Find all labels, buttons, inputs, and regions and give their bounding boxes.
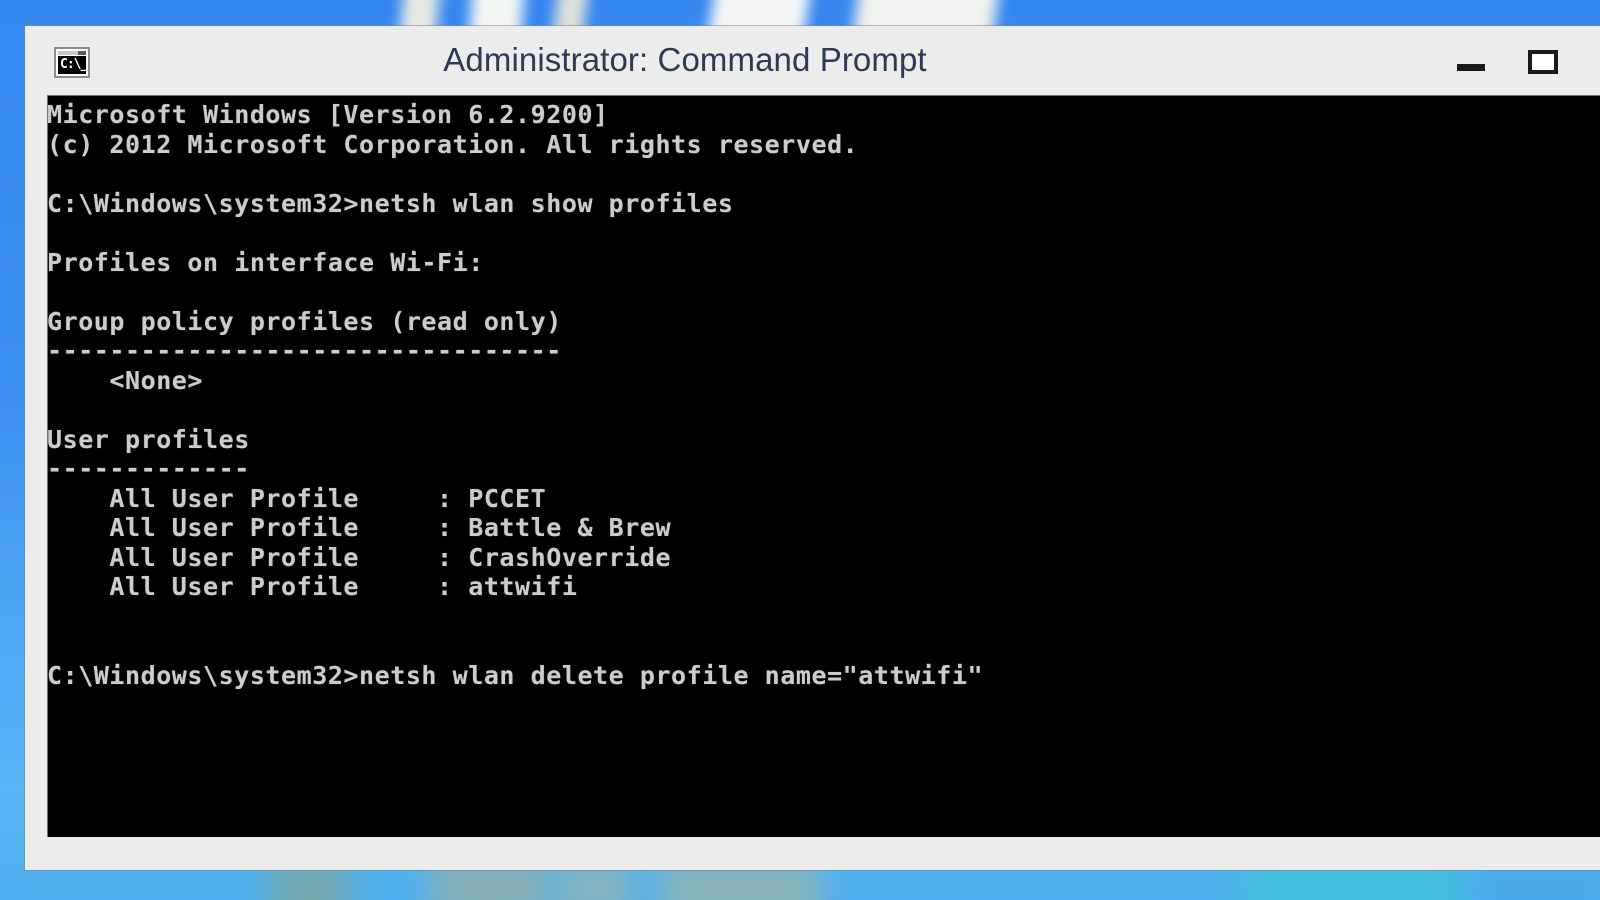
maximize-icon xyxy=(1528,50,1558,74)
close-button[interactable]: ✕ xyxy=(1579,26,1600,95)
minimize-icon xyxy=(1457,64,1485,71)
maximize-button[interactable] xyxy=(1507,26,1579,95)
console-text: Microsoft Windows [Version 6.2.9200] (c)… xyxy=(47,100,984,690)
window-title: Administrator: Command Prompt xyxy=(443,41,927,78)
console-output-area[interactable]: Microsoft Windows [Version 6.2.9200] (c)… xyxy=(47,95,1600,837)
window-bottom-border xyxy=(25,837,1600,870)
command-prompt-window[interactable]: C:\_ Administrator: Command Prompt ✕ Mic… xyxy=(25,26,1600,870)
window-titlebar[interactable]: C:\_ Administrator: Command Prompt ✕ xyxy=(25,26,1600,95)
minimize-button[interactable] xyxy=(1435,26,1507,95)
